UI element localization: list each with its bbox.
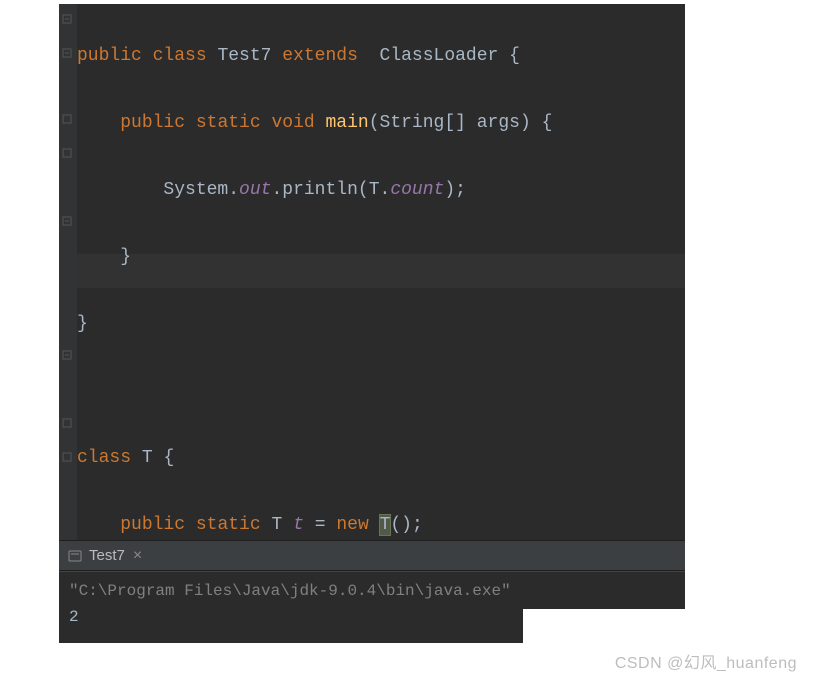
code-line[interactable]: System.out.println(T.count);: [77, 174, 685, 208]
white-overlay: [523, 609, 813, 645]
code-line[interactable]: public class Test7 extends ClassLoader {: [77, 40, 685, 74]
run-config-icon: [67, 548, 83, 564]
run-tabs-bar: Test7 ×: [59, 540, 685, 571]
watermark: CSDN @幻风_huanfeng: [615, 649, 797, 673]
code-line[interactable]: [77, 375, 685, 409]
gutter-fold-icon[interactable]: [61, 12, 73, 24]
code-line[interactable]: class T {: [77, 442, 685, 476]
gutter-fold-icon[interactable]: [61, 46, 73, 58]
run-tab-label[interactable]: Test7: [89, 547, 125, 564]
code-editor[interactable]: public class Test7 extends ClassLoader {…: [59, 4, 685, 540]
gutter-fold-icon[interactable]: [61, 112, 73, 124]
editor-container: public class Test7 extends ClassLoader {…: [59, 4, 685, 643]
gutter: [59, 4, 77, 540]
current-line-highlight: [77, 254, 685, 288]
code-line[interactable]: public static T t = new T();: [77, 509, 685, 541]
gutter-fold-icon[interactable]: [61, 348, 73, 360]
console-command: "C:\Program Files\Java\jdk-9.0.4\bin\jav…: [69, 578, 675, 604]
code-line[interactable]: public static void main(String[] args) {: [77, 107, 685, 141]
gutter-fold-icon[interactable]: [61, 146, 73, 158]
gutter-fold-icon[interactable]: [61, 416, 73, 428]
gutter-fold-icon[interactable]: [61, 214, 73, 226]
close-icon[interactable]: ×: [133, 548, 142, 564]
gutter-fold-icon[interactable]: [61, 450, 73, 462]
code-line[interactable]: }: [77, 308, 685, 342]
